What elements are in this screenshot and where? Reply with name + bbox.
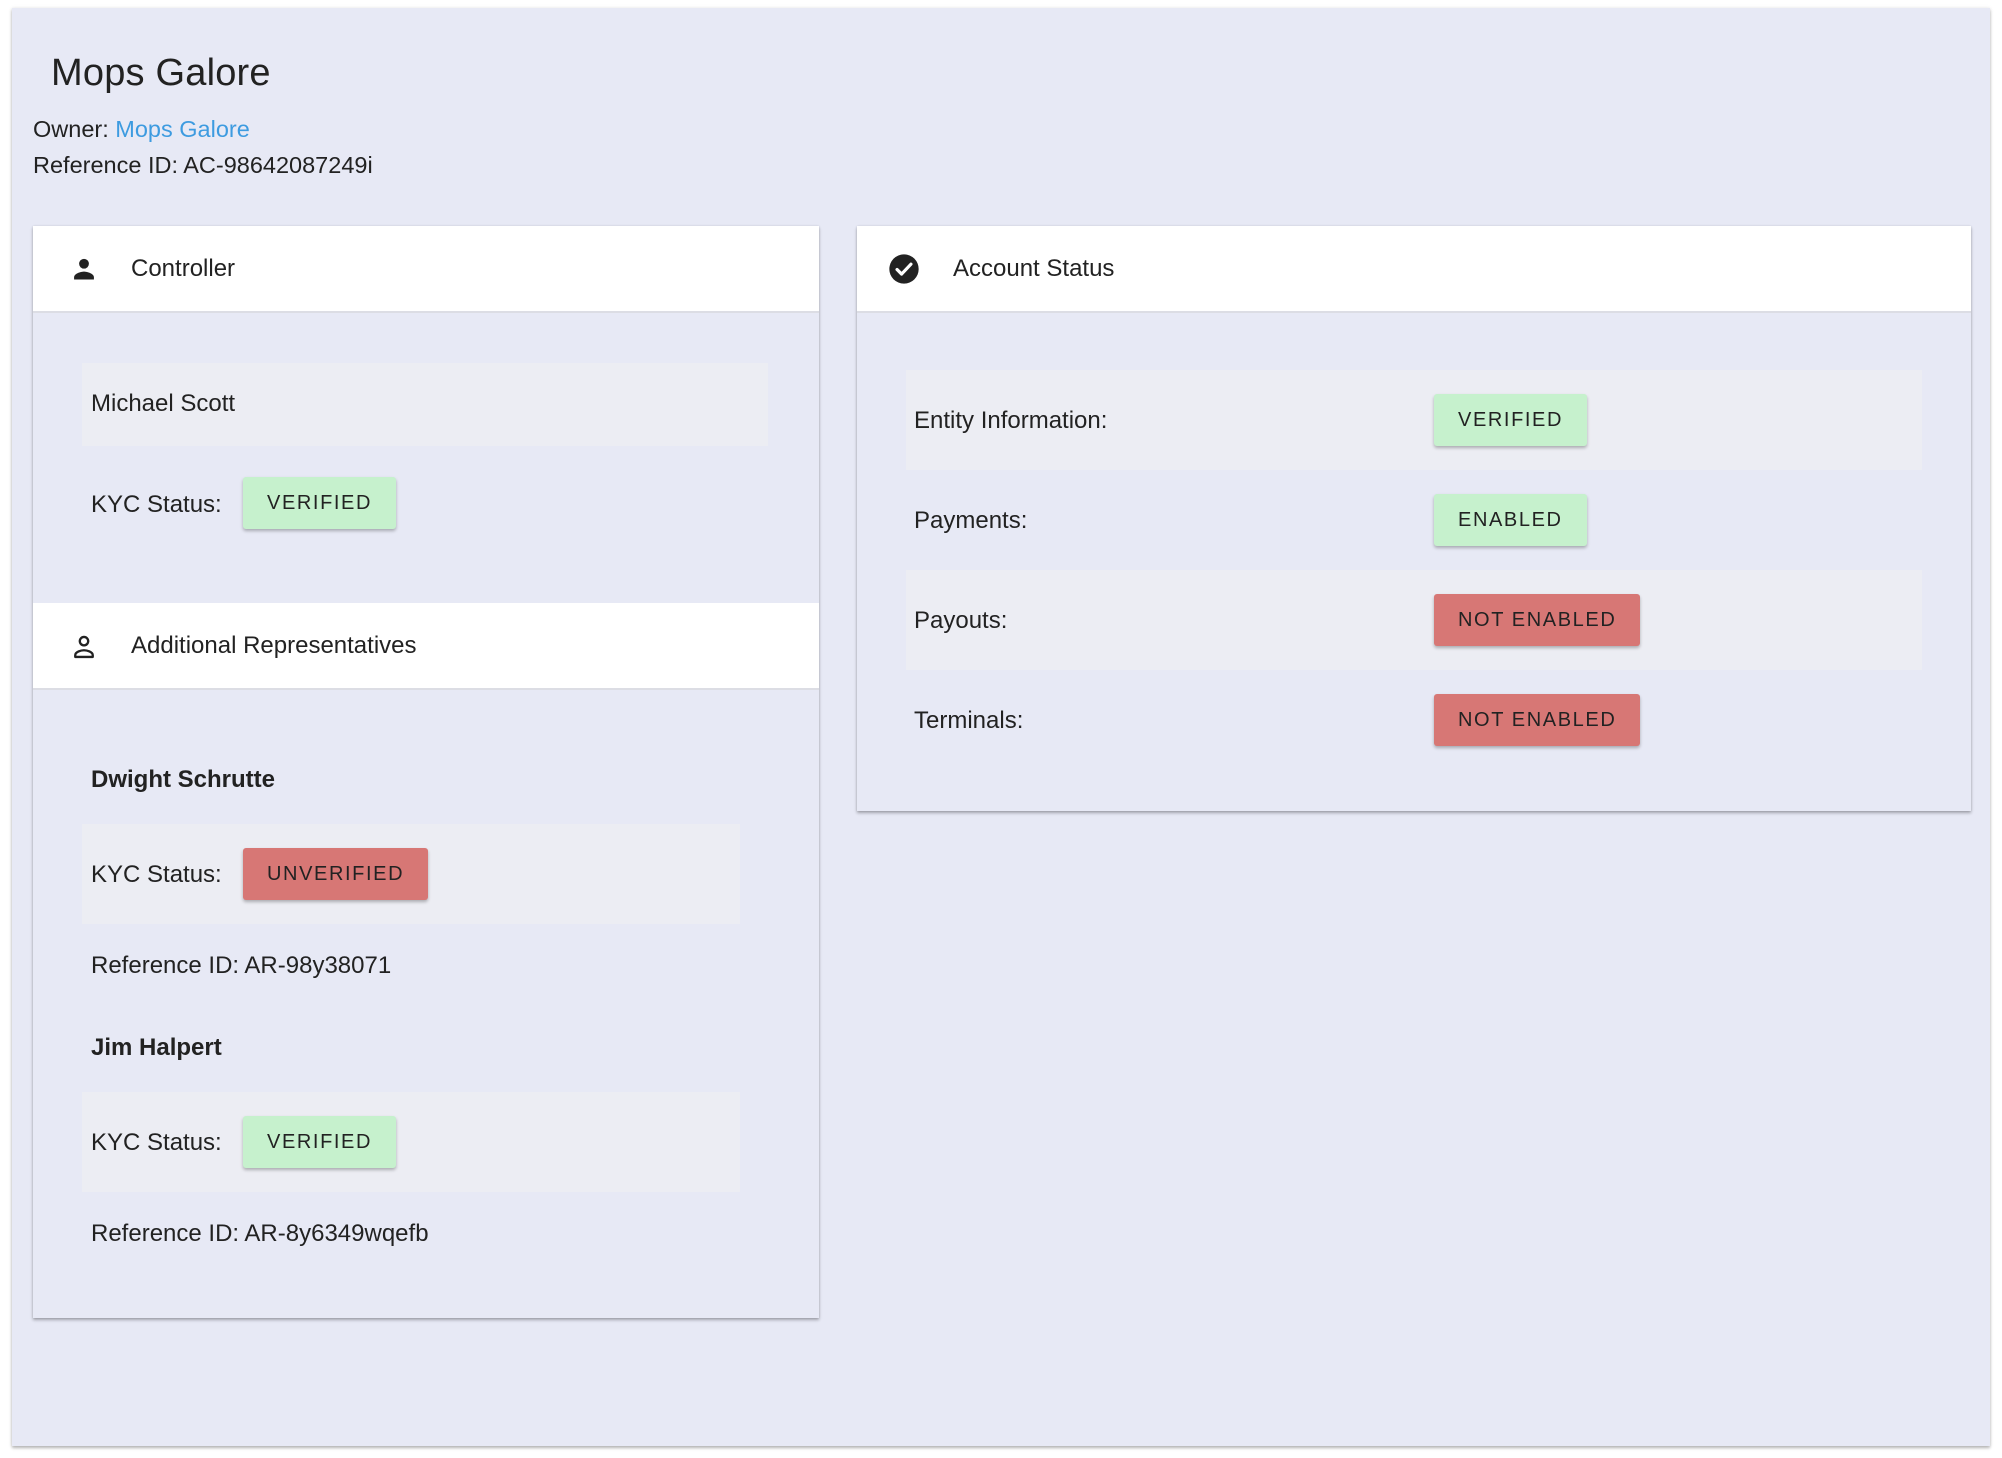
- status-row-label: Entity Information:: [914, 407, 1108, 434]
- reference-label: Reference ID:: [33, 152, 178, 178]
- account-status-header: Account Status: [857, 226, 1971, 313]
- representative-kyc-status-badge: UNVERIFIED: [243, 848, 429, 900]
- representative-reference: Reference ID: AR-8y6349wqefb: [91, 1220, 429, 1248]
- representative-reference: Reference ID: AR-98y38071: [91, 952, 391, 980]
- check-circle-icon: [888, 253, 920, 285]
- representative-reference-id: AR-8y6349wqefb: [244, 1220, 429, 1247]
- account-reference-line: Reference ID: AC-98642087249i: [33, 152, 373, 179]
- additional-representatives-header: Additional Representatives: [33, 603, 819, 690]
- account-status-title: Account Status: [953, 255, 1115, 282]
- representative-name: Jim Halpert: [91, 1034, 222, 1061]
- account-page: Mops Galore Owner: Mops Galore Reference…: [12, 8, 1990, 1446]
- account-status-card: Account Status Entity Information: VERIF…: [857, 226, 1971, 811]
- controller-header: Controller: [33, 226, 819, 313]
- representative-kyc-status-badge: VERIFIED: [243, 1116, 397, 1168]
- person-icon: [68, 253, 100, 285]
- owner-line: Owner: Mops Galore: [33, 116, 250, 143]
- person-outline-icon: [68, 631, 100, 663]
- representative-reference-label: Reference ID:: [91, 952, 240, 979]
- status-row-badge: NOT ENABLED: [1434, 694, 1641, 746]
- controller-kyc-status-badge: VERIFIED: [243, 477, 397, 529]
- representative-name: Dwight Schrutte: [91, 766, 275, 793]
- representative-kyc-label: KYC Status:: [91, 1129, 222, 1156]
- representative-reference-id: AR-98y38071: [244, 952, 392, 979]
- controller-title: Controller: [131, 255, 236, 282]
- additional-representatives-title: Additional Representatives: [131, 632, 417, 659]
- owner-link[interactable]: Mops Galore: [115, 116, 250, 142]
- representatives-card: Controller Michael Scott KYC Status: VER…: [33, 226, 819, 1318]
- status-row-badge: NOT ENABLED: [1434, 594, 1641, 646]
- status-row-label: Payouts:: [914, 607, 1008, 634]
- controller-kyc-label: KYC Status:: [91, 491, 222, 518]
- representative-kyc-label: KYC Status:: [91, 861, 222, 888]
- status-row-label: Terminals:: [914, 707, 1024, 734]
- representative-reference-label: Reference ID:: [91, 1220, 240, 1247]
- status-row-badge: VERIFIED: [1434, 394, 1588, 446]
- owner-label: Owner:: [33, 116, 109, 142]
- status-row-payouts: [906, 570, 1922, 670]
- controller-name: Michael Scott: [91, 390, 236, 417]
- page-title: Mops Galore: [51, 52, 271, 94]
- reference-id: AC-98642087249i: [183, 152, 373, 178]
- status-row-label: Payments:: [914, 507, 1028, 534]
- status-row-badge: ENABLED: [1434, 494, 1587, 546]
